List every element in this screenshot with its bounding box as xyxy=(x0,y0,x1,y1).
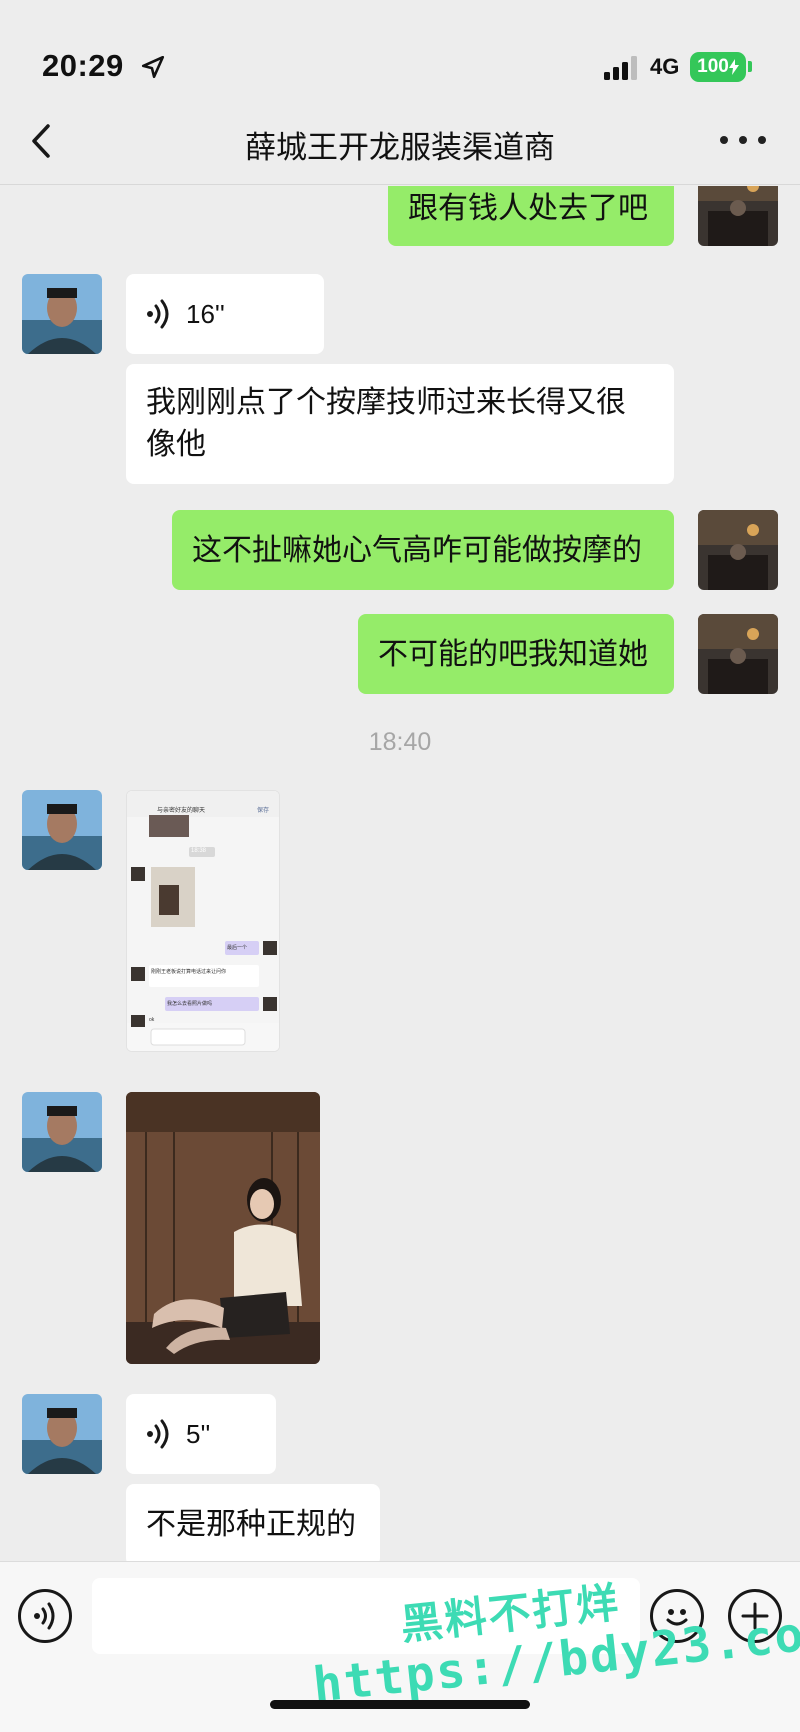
screenshot-chat-3: 我怎么去看照片做吗 xyxy=(167,1001,213,1007)
my-avatar[interactable] xyxy=(698,614,778,694)
image-message-screenshot[interactable]: 与亲密好友的聊天 保存 18:38 最后一个 刚刚王老板说打算电话过来让问你 我… xyxy=(126,790,280,1052)
voice-wave-icon xyxy=(34,1602,55,1630)
chat-screenshot-image xyxy=(127,791,279,1051)
screenshot-chat-4: ok xyxy=(149,1017,155,1023)
chat-header: 薛城王开龙服装渠道商 xyxy=(0,100,800,185)
contact-avatar[interactable] xyxy=(22,790,102,870)
contact-avatar[interactable] xyxy=(22,1092,102,1172)
contact-avatar[interactable] xyxy=(22,274,102,354)
outgoing-message[interactable]: 不可能的吧我知道她 xyxy=(358,614,674,694)
outgoing-message[interactable]: 这不扯嘛她心气高咋可能做按摩的 xyxy=(172,510,674,590)
message-text: 我刚刚点了个按摩技师过来长得又很像他 xyxy=(146,386,626,461)
battery-tip xyxy=(748,61,752,72)
screenshot-action: 保存 xyxy=(257,808,270,814)
chat-messages[interactable]: 跟有钱人处去了吧 16'' 我刚刚点了个按摩技师过来长得又很像他 这不扯嘛她心气… xyxy=(0,186,800,1561)
voice-message[interactable]: 5'' xyxy=(126,1394,276,1474)
screenshot-title: 与亲密好友的聊天 xyxy=(157,808,206,814)
message-text: 不可能的吧我知道她 xyxy=(378,638,648,671)
voice-duration: 5'' xyxy=(186,1419,211,1449)
location-arrow-icon xyxy=(141,55,165,79)
signal-icon xyxy=(604,56,637,80)
chat-title: 薛城王开龙服装渠道商 xyxy=(245,130,555,165)
home-indicator xyxy=(270,1700,530,1709)
my-avatar[interactable] xyxy=(698,186,778,246)
network-type: 4G xyxy=(650,54,680,79)
voice-wave-icon xyxy=(147,299,169,329)
status-bar: 20:29 4G 100 xyxy=(0,0,800,100)
message-timestamp: 18:40 xyxy=(368,728,432,756)
more-dot-icon xyxy=(720,136,728,144)
incoming-message[interactable]: 不是那种正规的 xyxy=(126,1484,380,1561)
battery-icon: 100 xyxy=(690,52,746,82)
battery-level: 100 xyxy=(697,56,729,77)
more-dot-icon xyxy=(739,136,747,144)
image-message-photo[interactable] xyxy=(126,1092,320,1364)
more-options-button[interactable] xyxy=(720,130,766,150)
screenshot-chat-1: 最后一个 xyxy=(227,945,248,951)
voice-wave-icon xyxy=(147,1419,169,1449)
screenshot-chat-2: 刚刚王老板说打算电话过来让问你 xyxy=(151,969,227,975)
incoming-message[interactable]: 我刚刚点了个按摩技师过来长得又很像他 xyxy=(126,364,674,484)
screenshot-time-chip: 18:38 xyxy=(191,848,207,854)
photo-image xyxy=(126,1092,320,1364)
more-dot-icon xyxy=(758,136,766,144)
my-avatar[interactable] xyxy=(698,510,778,590)
message-text: 不是那种正规的 xyxy=(146,1508,356,1541)
message-text: 跟有钱人处去了吧 xyxy=(408,192,648,225)
voice-duration: 16'' xyxy=(186,299,225,329)
voice-message[interactable]: 16'' xyxy=(126,274,324,354)
message-text: 这不扯嘛她心气高咋可能做按摩的 xyxy=(192,534,642,567)
contact-avatar[interactable] xyxy=(22,1394,102,1474)
voice-input-button[interactable] xyxy=(18,1589,72,1643)
status-time: 20:29 xyxy=(42,48,124,83)
outgoing-message[interactable]: 跟有钱人处去了吧 xyxy=(388,186,674,246)
charging-bolt-icon xyxy=(728,59,739,75)
